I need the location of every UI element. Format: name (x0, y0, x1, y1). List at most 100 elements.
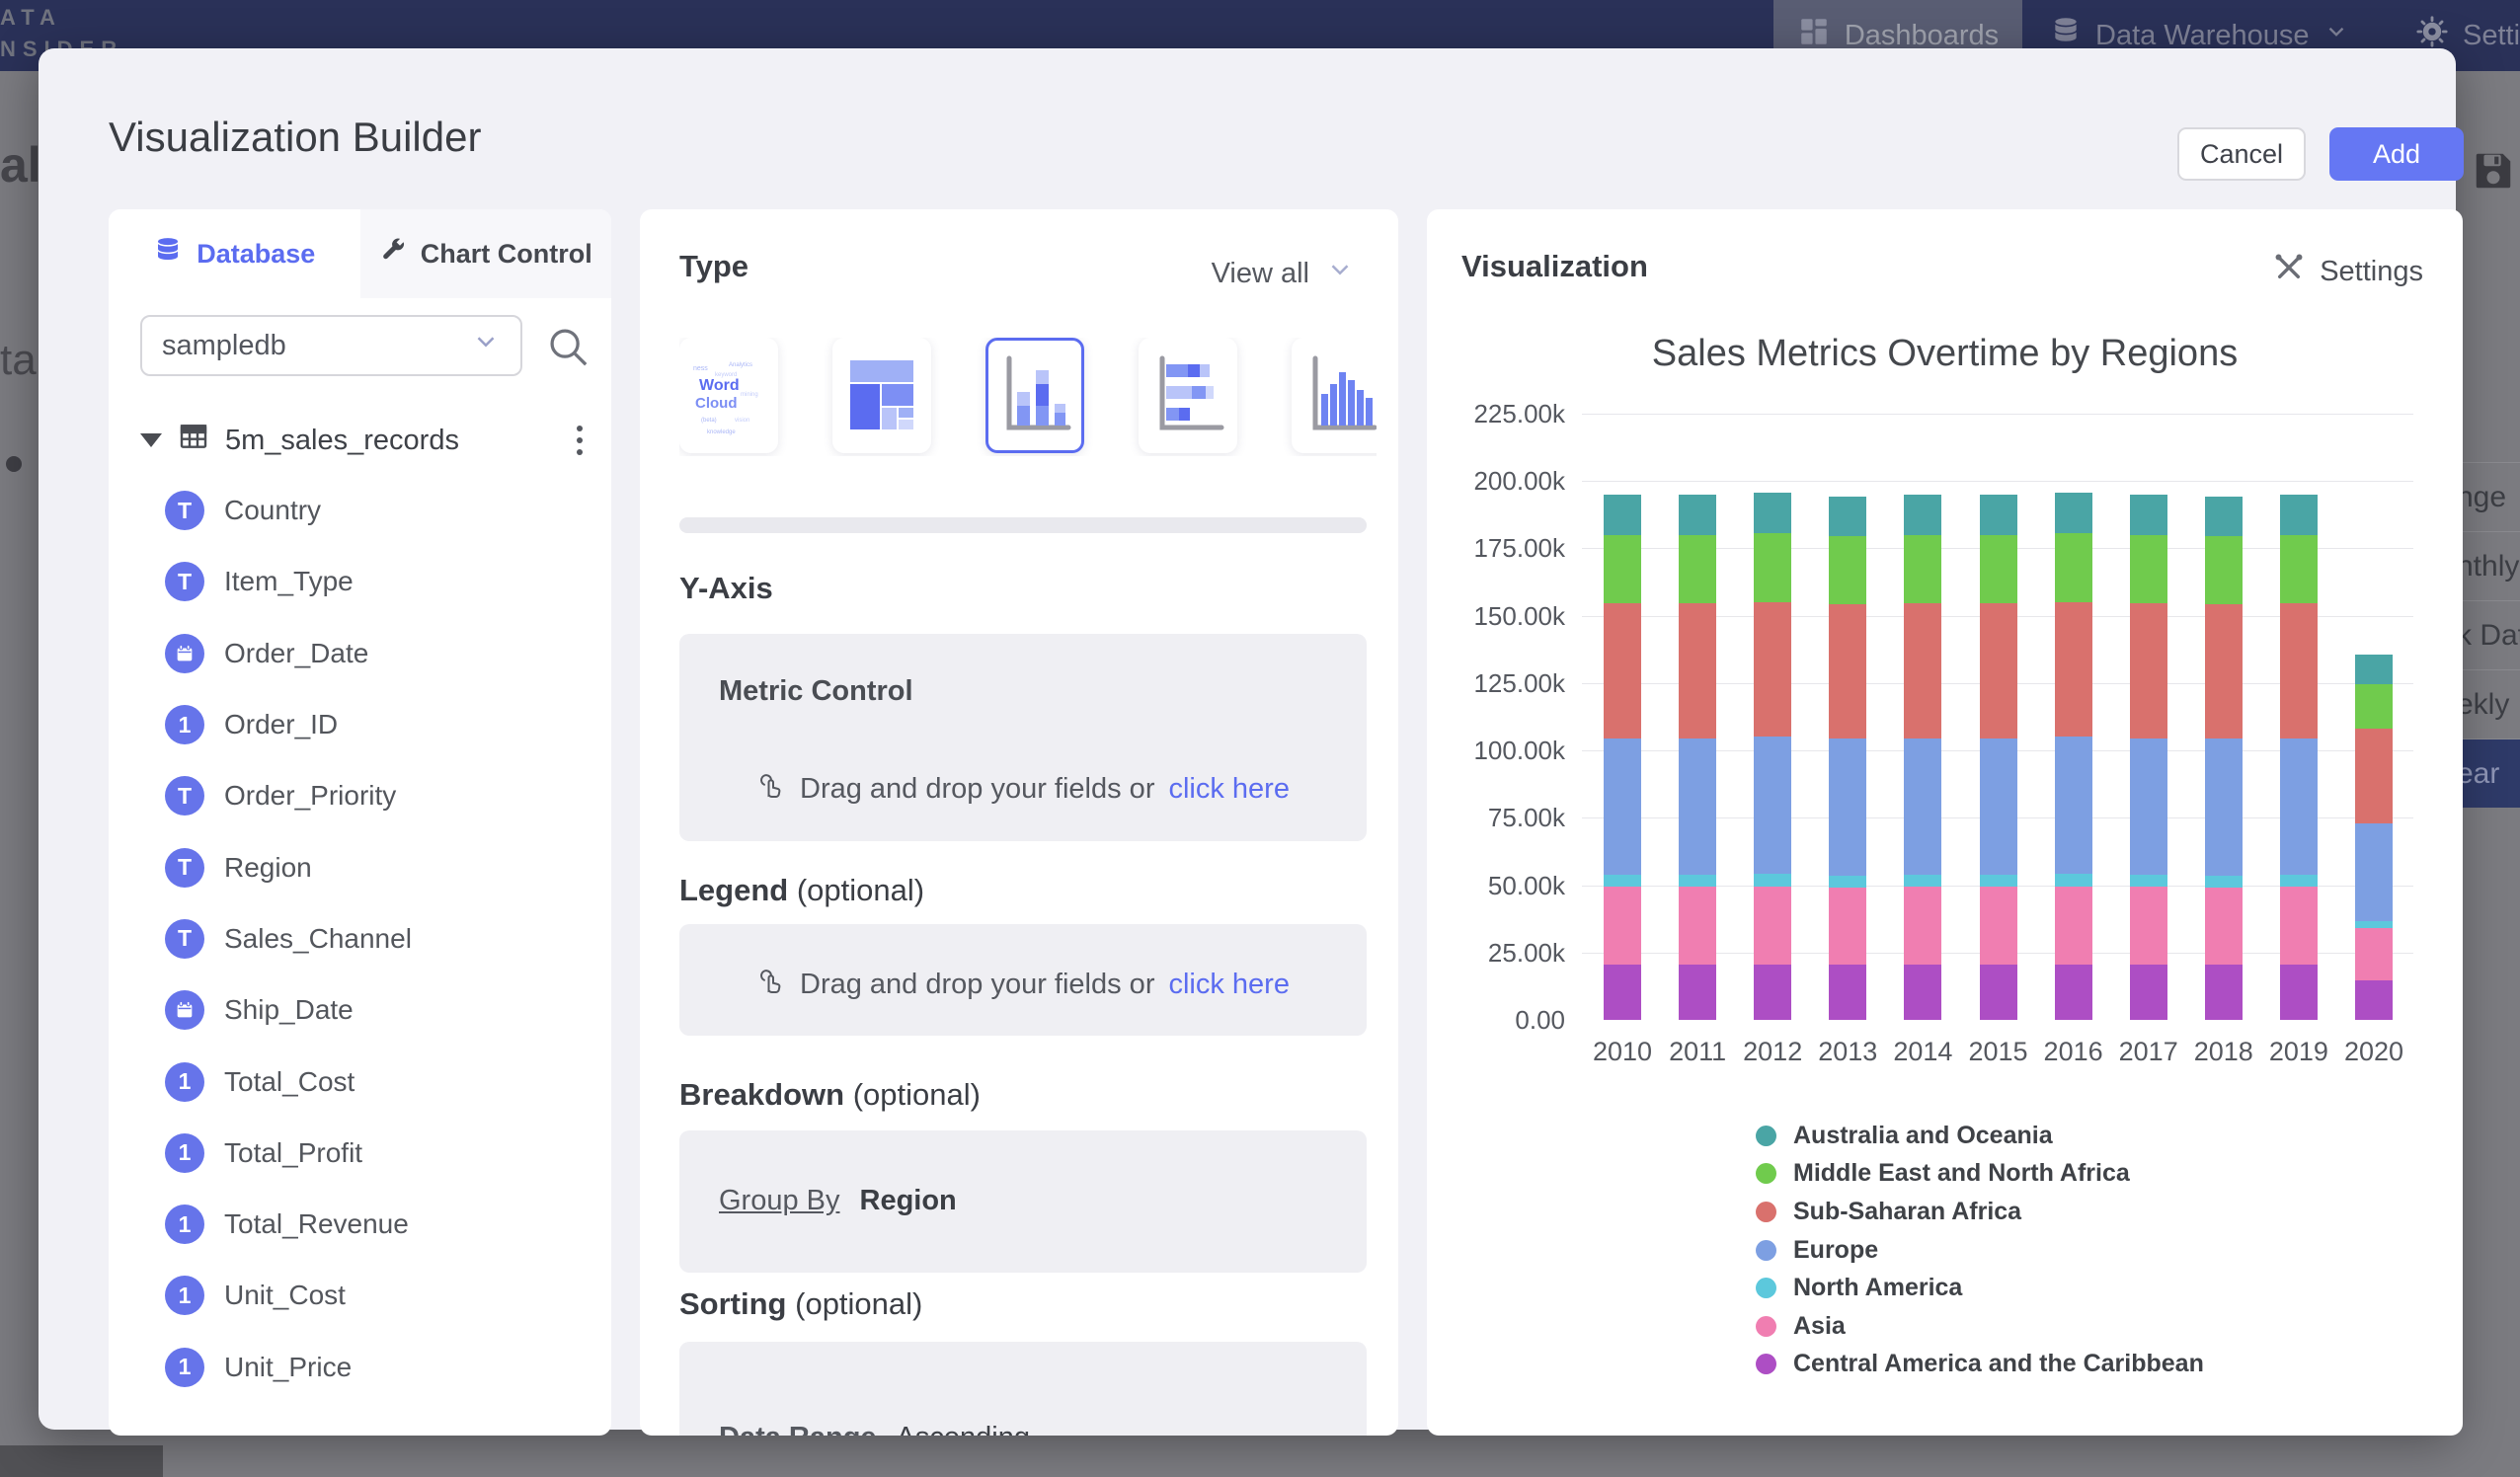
field-item-order_id[interactable]: 1Order_ID (165, 689, 590, 760)
field-item-region[interactable]: TRegion (165, 831, 590, 902)
metric-control-dropzone[interactable]: Metric Control Drag and drop your fields… (679, 634, 1367, 841)
bar-segment[interactable] (2205, 888, 2243, 965)
bar-segment[interactable] (1754, 602, 1791, 738)
stacked-bar-2019[interactable] (2280, 495, 2318, 1020)
add-button[interactable]: Add (2329, 127, 2464, 181)
bar-segment[interactable] (1604, 738, 1641, 876)
bar-segment[interactable] (2055, 874, 2092, 887)
bar-segment[interactable] (1904, 875, 1941, 887)
bar-segment[interactable] (2130, 738, 2167, 876)
bar-segment[interactable] (1980, 495, 2017, 535)
bar-segment[interactable] (1604, 875, 1641, 887)
background-menu-item[interactable]: nge (2455, 462, 2520, 531)
bar-segment[interactable] (1679, 738, 1716, 876)
bar-segment[interactable] (1980, 887, 2017, 965)
field-item-item_type[interactable]: TItem_Type (165, 546, 590, 617)
legend-item[interactable]: North America (1756, 1269, 2204, 1307)
field-item-sales_channel[interactable]: TSales_Channel (165, 903, 590, 974)
bar-segment[interactable] (1679, 495, 1716, 534)
bar-segment[interactable] (2130, 495, 2167, 534)
stacked-bar-2013[interactable] (1829, 497, 1866, 1020)
background-menu-item[interactable]: nthly (2455, 531, 2520, 600)
bar-segment[interactable] (2205, 876, 2243, 888)
field-item-order_date[interactable]: Order_Date (165, 618, 590, 689)
expand-collapse-icon[interactable] (140, 433, 162, 447)
bar-segment[interactable] (2205, 604, 2243, 738)
bar-segment[interactable] (1829, 965, 1866, 1020)
bar-segment[interactable] (1980, 603, 2017, 738)
bar-segment[interactable] (1829, 738, 1866, 875)
bar-segment[interactable] (1754, 493, 1791, 533)
click-here-link[interactable]: click here (1168, 969, 1290, 1001)
stacked-bar-2012[interactable] (1754, 493, 1791, 1020)
bar-segment[interactable] (1679, 875, 1716, 887)
bar-segment[interactable] (1904, 738, 1941, 876)
bar-segment[interactable] (2055, 965, 2092, 1020)
stacked-bar-2017[interactable] (2130, 495, 2167, 1020)
stacked-bar-2018[interactable] (2205, 497, 2243, 1020)
bar-segment[interactable] (1754, 965, 1791, 1020)
chart-settings-button[interactable]: Settings (2272, 251, 2423, 292)
stacked-bar-2014[interactable] (1904, 495, 1941, 1020)
breakdown-dropzone[interactable]: Group By Region (679, 1130, 1367, 1273)
bar-segment[interactable] (2355, 729, 2393, 823)
legend-item[interactable]: Australia and Oceania (1756, 1117, 2204, 1155)
bar-segment[interactable] (2130, 875, 2167, 887)
bar-segment[interactable] (1604, 603, 1641, 738)
bar-segment[interactable] (2355, 655, 2393, 684)
legend-dropzone[interactable]: Drag and drop your fields or click here (679, 924, 1367, 1036)
bar-segment[interactable] (1904, 495, 1941, 534)
bar-segment[interactable] (2355, 684, 2393, 729)
field-item-unit_cost[interactable]: 1Unit_Cost (165, 1260, 590, 1331)
bar-segment[interactable] (2055, 887, 2092, 965)
bar-segment[interactable] (1829, 876, 1866, 888)
legend-item[interactable]: Asia (1756, 1307, 2204, 1346)
background-menu-item[interactable]: k Date (2455, 600, 2520, 669)
chart-type-treemap[interactable] (832, 338, 931, 453)
sorting-dropzone[interactable]: Data Range Ascending (679, 1342, 1367, 1436)
chart-type-stacked-bar[interactable] (1139, 338, 1237, 453)
bar-segment[interactable] (1980, 535, 2017, 604)
bar-segment[interactable] (2130, 887, 2167, 965)
sort-direction-value[interactable]: Ascending (897, 1422, 1030, 1436)
field-item-total_profit[interactable]: 1Total_Profit (165, 1118, 590, 1189)
legend-item[interactable]: Sub-Saharan Africa (1756, 1193, 2204, 1231)
bar-segment[interactable] (2130, 603, 2167, 738)
field-item-total_revenue[interactable]: 1Total_Revenue (165, 1189, 590, 1260)
legend-item[interactable]: Middle East and North Africa (1756, 1155, 2204, 1194)
database-select[interactable]: sampledb (140, 315, 522, 376)
bar-segment[interactable] (2055, 737, 2092, 874)
bar-segment[interactable] (2355, 928, 2393, 980)
bar-segment[interactable] (2280, 965, 2318, 1020)
stacked-bar-2011[interactable] (1679, 495, 1716, 1020)
chart-type-word-cloud[interactable]: WordCloudnessAnalyticskeywordmining(beta… (679, 338, 778, 453)
bar-segment[interactable] (1604, 535, 1641, 604)
field-item-order_priority[interactable]: TOrder_Priority (165, 760, 590, 831)
background-menu-item[interactable]: ear (2455, 738, 2520, 808)
cancel-button[interactable]: Cancel (2177, 127, 2306, 181)
tab-database[interactable]: Database (109, 209, 360, 298)
bar-segment[interactable] (1829, 888, 1866, 965)
bar-segment[interactable] (1754, 533, 1791, 602)
bar-segment[interactable] (1679, 603, 1716, 738)
bar-segment[interactable] (1980, 965, 2017, 1020)
chart-type-stacked-column[interactable] (985, 338, 1084, 453)
bar-segment[interactable] (2280, 603, 2318, 738)
bar-segment[interactable] (1904, 887, 1941, 965)
field-item-total_cost[interactable]: 1Total_Cost (165, 1046, 590, 1117)
legend-item[interactable]: Central America and the Caribbean (1756, 1346, 2204, 1384)
bar-segment[interactable] (1604, 495, 1641, 534)
bar-segment[interactable] (1980, 738, 2017, 876)
background-menu-item[interactable]: ekly (2455, 669, 2520, 738)
horizontal-scrollbar[interactable] (679, 517, 1367, 533)
field-item-unit_price[interactable]: 1Unit_Price (165, 1332, 590, 1403)
bar-segment[interactable] (1604, 965, 1641, 1020)
bar-segment[interactable] (1679, 965, 1716, 1020)
bar-segment[interactable] (1604, 887, 1641, 965)
bar-segment[interactable] (2130, 965, 2167, 1020)
bar-segment[interactable] (2205, 965, 2243, 1020)
stacked-bar-2010[interactable] (1604, 495, 1641, 1020)
bar-segment[interactable] (2055, 602, 2092, 738)
bar-segment[interactable] (2355, 980, 2393, 1020)
group-by-label[interactable]: Group By (719, 1185, 840, 1217)
